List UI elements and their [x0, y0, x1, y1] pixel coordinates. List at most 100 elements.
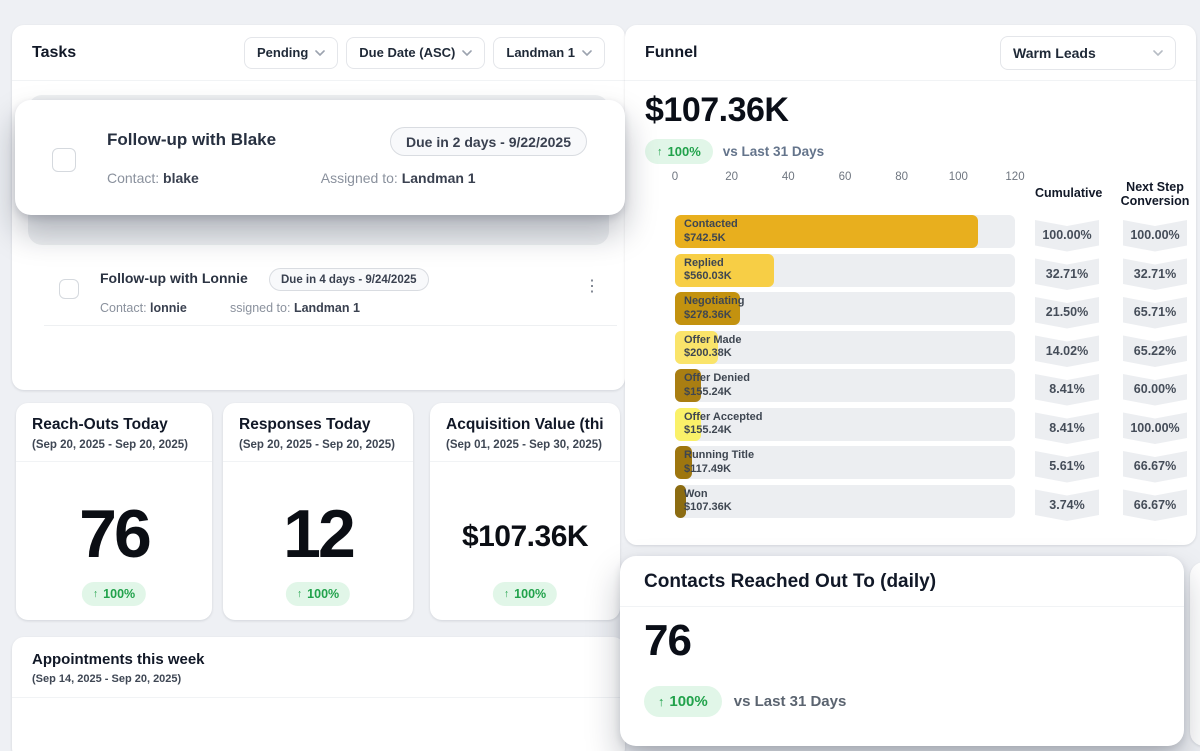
funnel-header: Funnel Warm Leads	[625, 25, 1196, 81]
stat-card-header: Responses Today (Sep 20, 2025 - Sep 20, …	[223, 403, 413, 462]
next-step-cell: 65.22%	[1123, 331, 1187, 368]
task-title: Follow-up with Blake	[107, 130, 277, 149]
delta-badge: ↑ 100%	[492, 582, 558, 606]
funnel-stage-name: Offer Denied	[684, 372, 751, 384]
dashboard: Tasks Pending Due Date (ASC) Landman 1 F…	[0, 0, 1200, 751]
contacts-card-title: Contacts Reached Out To (daily)	[644, 571, 937, 592]
funnel-stage-value: $107.36K	[684, 501, 732, 513]
funnel-stage-value: $560.03K	[684, 270, 732, 282]
next-step-column-header: Next Step Conversion	[1120, 180, 1190, 208]
stat-card-reach-outs: Reach-Outs Today (Sep 20, 2025 - Sep 20,…	[16, 403, 212, 620]
stat-card-value: 76	[79, 496, 152, 572]
axis-tick: 120	[1005, 171, 1025, 183]
stat-card-header: Reach-Outs Today (Sep 20, 2025 - Sep 20,…	[16, 403, 212, 462]
chevron-down-icon	[462, 49, 473, 56]
task-assignee: Assigned to: Landman 1	[320, 170, 476, 186]
stat-card-date-range: (Sep 20, 2025 - Sep 20, 2025)	[239, 439, 395, 451]
funnel-row: Offer Made $200.38K	[675, 330, 1015, 364]
next-step-cell: 32.71%	[1123, 254, 1187, 291]
funnel-stage-name: Won	[684, 487, 708, 500]
filter-status-dropdown[interactable]: Pending	[244, 36, 339, 69]
stat-card-title: Reach-Outs Today	[32, 416, 168, 433]
cumulative-cell: 21.50%	[1035, 292, 1099, 329]
task-contact: Contact: lonnie	[100, 301, 187, 315]
axis-tick: 20	[725, 171, 739, 183]
task-menu-icon[interactable]: ⋮	[584, 279, 600, 295]
filter-assignee-label: Landman 1	[506, 45, 575, 60]
funnel-stage-name: Offer Accepted	[684, 410, 763, 423]
cumulative-cell: 8.41%	[1035, 369, 1099, 406]
cumulative-column: 100.00% 32.71% 21.50% 14.02% 8.41% 8.41%…	[1035, 215, 1099, 523]
funnel-title: Funnel	[645, 43, 698, 61]
cumulative-column-header: Cumulative	[1035, 186, 1103, 200]
funnel-row: Running Title $117.49K	[675, 446, 1015, 479]
task-title[interactable]: Follow-up with Lonnie	[100, 270, 248, 286]
axis-tick: 40	[781, 171, 795, 183]
stat-card-body: $107.36K ↑ 100%	[430, 462, 620, 620]
funnel-chart: Contacted $742.5K Replied $560.03K Negotia…	[675, 215, 1015, 523]
up-arrow-icon: ↑	[92, 588, 99, 600]
funnel-stage-value: $742.5K	[684, 231, 726, 244]
stat-card-value: 12	[283, 496, 356, 572]
next-step-cell: 100.00%	[1123, 408, 1187, 445]
task-checkbox[interactable]	[59, 279, 79, 299]
task-assignee: ssigned to: Landman 1	[230, 301, 360, 315]
next-step-cell: 66.67%	[1123, 446, 1187, 483]
funnel-stage-name: Offer Made	[684, 333, 742, 346]
contacts-card-header: Contacts Reached Out To (daily)	[620, 556, 1184, 607]
task-meta: Contact: blake Assigned to: Landman 1	[107, 170, 476, 186]
funnel-total-value: $107.36K	[645, 91, 789, 129]
tasks-title: Tasks	[32, 43, 77, 61]
delta-badge: ↑ 100%	[285, 582, 351, 606]
axis-tick: 100	[948, 171, 968, 183]
chevron-down-icon	[1153, 49, 1163, 56]
stat-card-title: Responses Today	[239, 416, 371, 433]
axis-tick: 0	[671, 171, 679, 183]
next-step-column: 100.00% 32.71% 65.71% 65.22% 60.00% 100.…	[1123, 215, 1187, 523]
funnel-row: Negotiating $278.36K	[675, 292, 1015, 325]
background-card-edge	[1190, 562, 1200, 746]
task-checkbox[interactable]	[52, 148, 76, 172]
funnel-panel: Funnel Warm Leads $107.36K ↑ 100% vs Last…	[625, 25, 1196, 545]
funnel-stage-value: $155.24K	[684, 424, 732, 436]
due-date-badge: Due in 4 days - 9/24/2025	[269, 268, 429, 291]
funnel-stage-name: Negotiating	[684, 295, 745, 307]
divider	[44, 325, 617, 326]
funnel-x-axis: 0 20 40 60 80 100 120	[671, 171, 1025, 185]
appointments-panel: Appointments this week (Sep 14, 2025 - S…	[12, 637, 625, 751]
up-arrow-icon: ↑	[657, 145, 663, 158]
funnel-lead-type-dropdown[interactable]: Warm Leads	[1000, 35, 1176, 70]
next-step-cell: 60.00%	[1123, 369, 1187, 406]
funnel-row: Contacted $742.5K	[675, 215, 1015, 248]
stat-card-date-range: (Sep 20, 2025 - Sep 20, 2025)	[32, 439, 188, 451]
stat-card-body: 12 ↑ 100%	[223, 462, 413, 620]
due-date-badge: Due in 2 days - 9/22/2025	[390, 127, 587, 156]
funnel-stage-value: $117.49K	[684, 462, 732, 475]
delta-badge: ↑ 100%	[645, 139, 713, 164]
funnel-row: Offer Accepted $155.24K	[675, 407, 1015, 441]
cumulative-cell: 100.00%	[1035, 215, 1099, 252]
cumulative-cell: 5.61%	[1035, 446, 1099, 483]
axis-tick: 60	[838, 171, 852, 183]
funnel-stage-value: $155.24K	[684, 385, 732, 398]
cumulative-cell: 14.02%	[1035, 331, 1099, 368]
contacts-card-value: 76	[644, 616, 692, 665]
funnel-stage-name: Running Title	[684, 449, 755, 461]
stat-card-value: $107.36K	[461, 520, 589, 553]
tasks-filters: Pending Due Date (ASC) Landman 1	[244, 36, 605, 69]
stat-card-title: Acquisition Value (this	[446, 416, 604, 433]
next-step-cell: 66.67%	[1123, 485, 1187, 522]
funnel-stage-name: Contacted	[684, 218, 738, 230]
stat-card-date-range: (Sep 01, 2025 - Sep 30, 2025)	[446, 439, 602, 451]
filter-sort-dropdown[interactable]: Due Date (ASC)	[346, 36, 486, 69]
filter-assignee-dropdown[interactable]: Landman 1	[493, 36, 605, 69]
delta-badge: ↑ 100%	[644, 686, 722, 717]
appointments-title: Appointments this week	[32, 651, 205, 668]
compare-label: vs Last 31 Days	[733, 693, 847, 710]
next-step-cell: 100.00%	[1123, 215, 1187, 252]
task-card-dragging[interactable]: Follow-up with Blake Due in 2 days - 9/2…	[15, 100, 625, 215]
stat-card-header: Acquisition Value (this (Sep 01, 2025 - …	[430, 403, 620, 462]
contacts-reached-card: Contacts Reached Out To (daily) 76 ↑ 100%…	[620, 556, 1184, 746]
up-arrow-icon: ↑	[658, 694, 665, 709]
cumulative-cell: 8.41%	[1035, 408, 1099, 445]
